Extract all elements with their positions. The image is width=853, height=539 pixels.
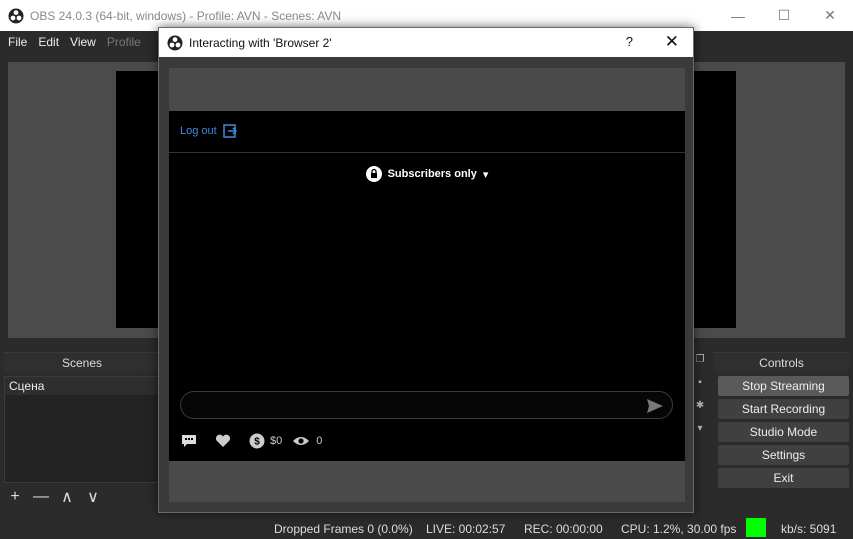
chat-input-box[interactable] [180, 391, 673, 419]
close-window-button[interactable]: ✕ [807, 0, 853, 31]
status-bar: Dropped Frames 0 (0.0%) LIVE: 00:02:57 R… [0, 518, 853, 539]
svg-text:$: $ [254, 437, 260, 448]
tip-amount: $0 [270, 435, 283, 447]
menu-profile[interactable]: Profile [103, 35, 148, 49]
viewer-count: 0 [316, 435, 323, 447]
exit-button[interactable]: Exit [718, 468, 849, 488]
volume-icon[interactable]: ▪ [694, 377, 706, 391]
subscribers-label: Subscribers only [387, 168, 477, 180]
dropped-frames: Dropped Frames 0 (0.0%) [274, 522, 413, 536]
scene-item[interactable]: Сцена [5, 377, 159, 395]
chat-input[interactable] [191, 396, 631, 414]
dialog-title: Interacting with 'Browser 2' [189, 35, 332, 50]
settings-button[interactable]: Settings [718, 445, 849, 465]
scenes-header-label: Scenes [61, 355, 103, 370]
bitrate: kb/s: 5091 [781, 522, 837, 536]
stream-health-indicator [746, 518, 766, 537]
studio-mode-button[interactable]: Studio Mode [718, 422, 849, 442]
scenes-list[interactable]: Сцена [4, 376, 160, 483]
gear-icon[interactable]: ✱ [694, 400, 706, 414]
chat-footer: $ $0 0 [180, 433, 322, 449]
lock-icon [365, 166, 382, 182]
send-icon[interactable] [646, 397, 664, 415]
scenes-toolbar: + — ∧ ∨ [4, 486, 104, 508]
comment-icon[interactable] [180, 433, 198, 449]
controls-dock-header: Controls [714, 352, 849, 372]
chevron-down-icon: ▾ [482, 168, 489, 181]
dialog-close-button[interactable]: ✕ [665, 32, 679, 52]
menu-file[interactable]: File [4, 35, 34, 49]
heart-icon[interactable] [214, 433, 232, 449]
logout-icon [222, 124, 237, 138]
scenes-dock-header: Scenes [4, 352, 160, 372]
obs-logo-icon [167, 35, 183, 50]
tip-coin-icon[interactable]: $ [248, 433, 266, 449]
window-title: OBS 24.0.3 (64-bit, windows) - Profile: … [30, 8, 342, 23]
chat-page[interactable]: Log out Subscribers only ▾ $ $0 0 [169, 111, 685, 461]
start-recording-button[interactable]: Start Recording [718, 399, 849, 419]
eye-icon [292, 433, 310, 449]
dialog-titlebar: Interacting with 'Browser 2' ? ✕ [159, 28, 693, 57]
add-scene-button[interactable]: + [4, 487, 26, 507]
dock-float-icon[interactable]: ❐ [694, 354, 706, 368]
interact-dialog: Interacting with 'Browser 2' ? ✕ Log out [158, 27, 694, 513]
subscribers-only-selector[interactable]: Subscribers only ▾ [169, 166, 685, 182]
mixer-icons: ❐ ▪ ✱ ▾ [694, 354, 706, 446]
live-time: LIVE: 00:02:57 [426, 522, 506, 536]
logout-link[interactable]: Log out [180, 124, 237, 138]
move-scene-up-button[interactable]: ∧ [56, 487, 78, 507]
controls-panel: Stop Streaming Start Recording Studio Mo… [718, 376, 849, 491]
menu-edit[interactable]: Edit [34, 35, 66, 49]
remove-scene-button[interactable]: — [30, 487, 52, 507]
stop-streaming-button[interactable]: Stop Streaming [718, 376, 849, 396]
controls-header-label: Controls [759, 355, 804, 370]
maximize-button[interactable]: ☐ [761, 0, 807, 31]
menu-view[interactable]: View [66, 35, 103, 49]
header-divider [169, 152, 685, 153]
dropdown-icon[interactable]: ▾ [694, 423, 706, 437]
cpu-fps: CPU: 1.2%, 30.00 fps [621, 522, 737, 536]
help-button[interactable]: ? [626, 34, 633, 49]
rec-time: REC: 00:00:00 [524, 522, 603, 536]
move-scene-down-button[interactable]: ∨ [82, 487, 104, 507]
logout-label: Log out [180, 125, 217, 137]
obs-logo-icon [8, 8, 24, 23]
browser-source-frame[interactable]: Log out Subscribers only ▾ $ $0 0 [169, 68, 685, 502]
minimize-button[interactable]: — [715, 0, 761, 31]
